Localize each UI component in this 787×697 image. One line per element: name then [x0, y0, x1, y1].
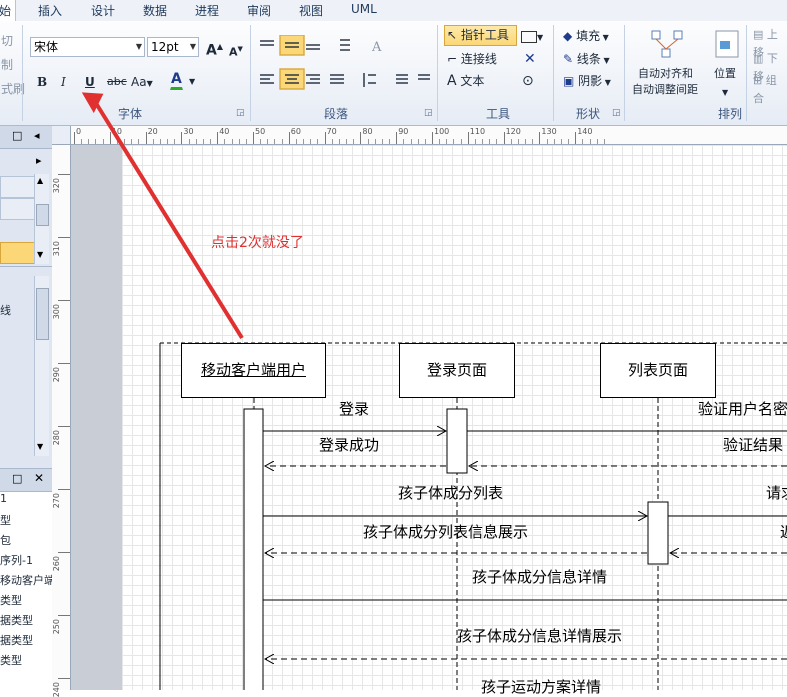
- message-label[interactable]: 登录成功: [319, 434, 379, 455]
- annotation-arrowhead: [81, 92, 104, 114]
- message-label[interactable]: 登录: [339, 398, 369, 419]
- message-label[interactable]: 孩子体成分信息详情展示: [457, 625, 622, 646]
- message-label[interactable]: 验证结果: [723, 434, 783, 455]
- activation-bar: [647, 501, 669, 565]
- lifeline-list-page[interactable]: 列表页面: [600, 343, 716, 398]
- activation-bar: [243, 408, 264, 690]
- message-label[interactable]: 验证用户名密: [698, 398, 787, 419]
- message-label[interactable]: 孩子体成分信息详情: [472, 566, 607, 587]
- lifeline-login-page[interactable]: 登录页面: [399, 343, 515, 398]
- message-label[interactable]: 孩子体成分列表信息展示: [363, 521, 528, 542]
- lifeline-user[interactable]: 移动客户端用户: [181, 343, 326, 398]
- message-label[interactable]: 孩子体成分列表: [398, 482, 503, 503]
- message-label[interactable]: 孩子运动方案详情: [481, 676, 601, 697]
- message-label[interactable]: 请求: [766, 482, 787, 503]
- message-label[interactable]: 返: [780, 521, 787, 542]
- annotation-arrow: [92, 98, 244, 340]
- annotation-text: 点击2次就没了: [211, 235, 304, 251]
- activation-bar: [446, 408, 468, 474]
